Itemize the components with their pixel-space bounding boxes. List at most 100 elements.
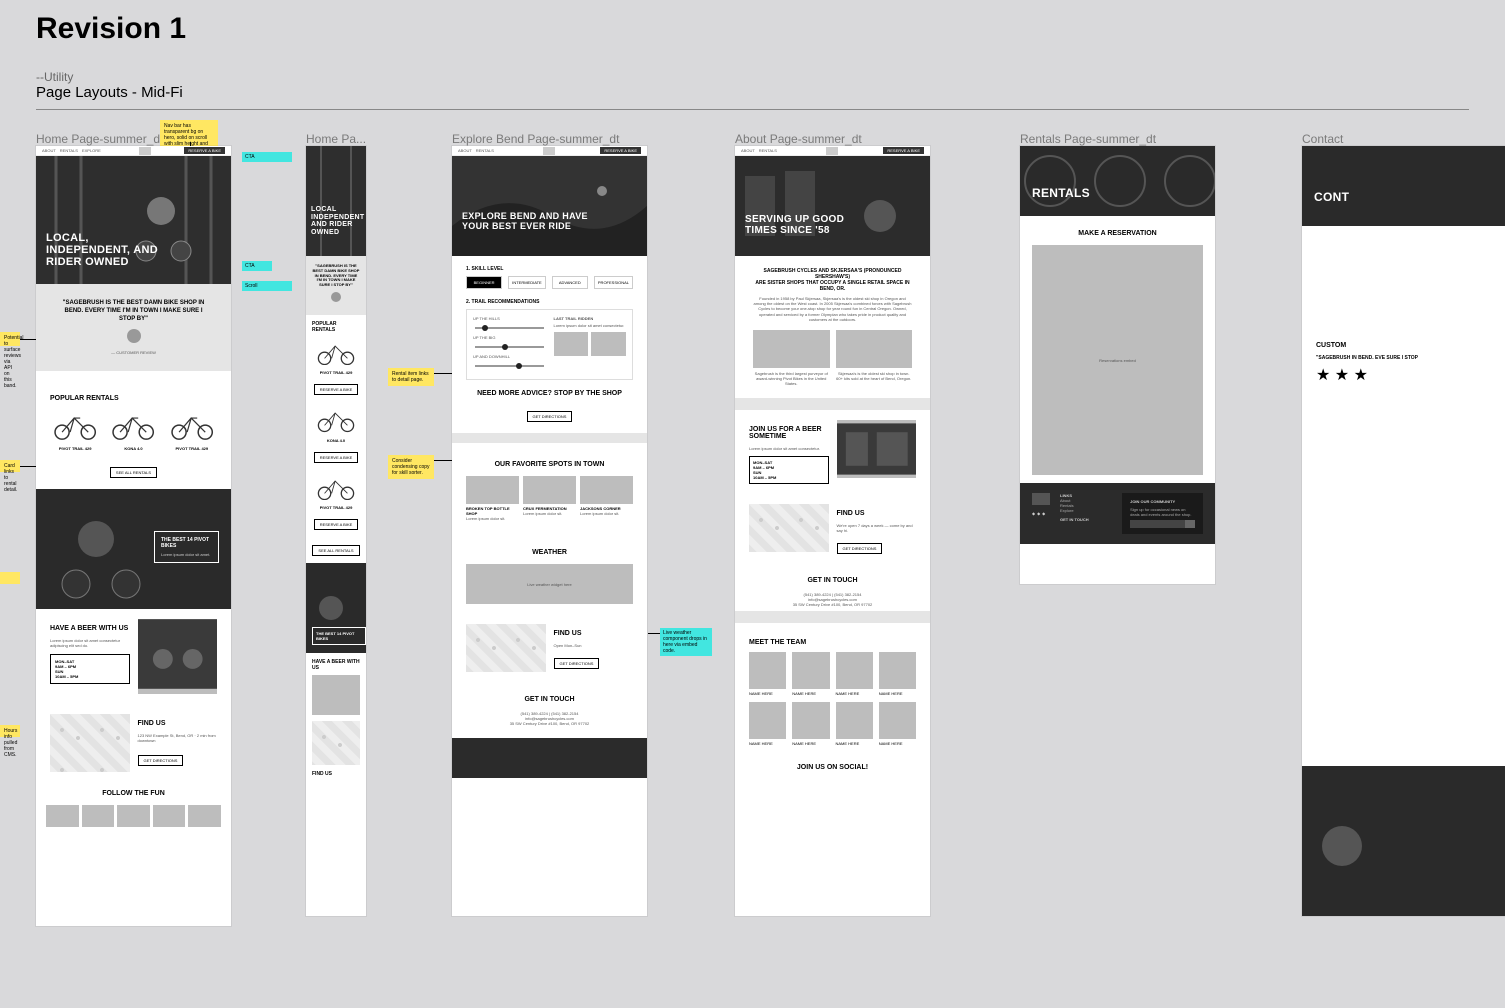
bike-icon — [50, 410, 100, 440]
artboard-contact[interactable]: CONT CUSTOM "SAGEBRUSH IN BEND. EVE SURE… — [1302, 146, 1505, 916]
skill-option[interactable]: INTERMEDIATE — [508, 276, 545, 289]
slider[interactable] — [475, 346, 544, 348]
directions-button[interactable]: GET DIRECTIONS — [554, 658, 600, 669]
reserve-button[interactable]: RESERVE A BIKE — [314, 519, 359, 530]
spot-card[interactable]: CRUX FERMENTATIONLorem ipsum dolor sit. — [523, 476, 576, 521]
team-member[interactable]: NAME HERE — [836, 652, 873, 696]
spot-card[interactable]: BROKEN TOP BOTTLE SHOPLorem ipsum dolor … — [466, 476, 519, 521]
see-all-button[interactable]: SEE ALL RENTALS — [312, 545, 359, 556]
see-all-button[interactable]: SEE ALL RENTALS — [110, 467, 157, 478]
team-member[interactable]: NAME HERE — [879, 652, 916, 696]
quote-mb: "SAGEBRUSH IS THE BEST DAMN BIKE SHOP IN… — [312, 264, 360, 288]
hero-headline-rentals: RENTALS — [1032, 186, 1090, 200]
artboard-about[interactable]: ABOUTRENTALS RESERVE A BIKE SERVING UP G… — [735, 146, 930, 916]
advice-button[interactable]: GET DIRECTIONS — [527, 411, 573, 422]
feature-card-title[interactable]: THE BEST 14 PIVOT BIKES — [161, 537, 212, 549]
rental-card[interactable]: PIVOT TRAIL 429 RESERVE A BIKE — [312, 474, 360, 531]
note-hero-cta[interactable]: CTA — [242, 152, 292, 162]
contact-quote: "SAGEBRUSH IN BEND. EVE SURE I STOP — [1316, 355, 1491, 361]
feature-card-mb[interactable]: THE BEST 14 PIVOT BIKES — [312, 627, 366, 645]
artboard-home-dt[interactable]: ABOUTRENTALSEXPLORE RESERVE A BIKE LOCAL… — [36, 146, 231, 926]
slider[interactable] — [475, 327, 544, 329]
note-rental-card[interactable]: Card links to rental detail. — [0, 460, 20, 472]
team-member[interactable]: NAME HERE — [749, 702, 786, 746]
rental-card[interactable]: PIVOT TRAIL 429 — [50, 410, 100, 450]
about-photo — [836, 330, 913, 368]
popular-mb: POPULAR RENTALS — [312, 321, 360, 333]
note-reviews[interactable]: Potential to surface reviews via API on … — [0, 332, 20, 346]
bike-icon — [314, 474, 358, 500]
getintouch-title: GET IN TOUCH — [452, 696, 647, 703]
logo[interactable] — [543, 147, 555, 155]
email-input[interactable] — [1130, 520, 1185, 528]
nav-cta[interactable]: RESERVE A BIKE — [600, 147, 641, 154]
bike-icon — [314, 406, 358, 432]
team-member[interactable]: NAME HERE — [792, 652, 829, 696]
directions-button[interactable]: GET DIRECTIONS — [837, 543, 883, 554]
hours-box: MON–SAT 9AM – 6PM SUN 10AM – 5PM — [50, 654, 130, 684]
frame-label-contact: Contact — [1302, 132, 1343, 146]
map-mb[interactable] — [312, 721, 360, 765]
social-icon[interactable]: ◆ — [1037, 511, 1040, 516]
social-thumb[interactable] — [46, 805, 79, 827]
nav-cta[interactable]: RESERVE A BIKE — [883, 147, 924, 154]
note-hours[interactable]: Hours info pulled from CMS. — [0, 725, 20, 737]
rental-card[interactable]: KONA 4.0 RESERVE A BIKE — [312, 406, 360, 463]
map[interactable] — [749, 504, 829, 552]
note-scroll-1[interactable]: CTA — [242, 261, 272, 271]
skill-option[interactable]: PROFESSIONAL — [594, 276, 633, 289]
footer-join: JOIN OUR COMMUNITY Sign up for occasiona… — [1122, 493, 1203, 534]
social-icon[interactable]: ◆ — [1042, 511, 1045, 516]
note-feature[interactable] — [0, 572, 20, 584]
rental-card[interactable]: PIVOT TRAIL 429 — [167, 410, 217, 450]
findus-title: FIND US — [554, 630, 634, 637]
skill-option[interactable]: BEGINNER — [466, 276, 502, 289]
note-weather[interactable]: Live weather component drops in here via… — [660, 628, 712, 656]
social-icon[interactable]: ◆ — [1032, 511, 1035, 516]
reservation-embed[interactable]: Reservations embed — [1032, 245, 1203, 475]
team-member[interactable]: NAME HERE — [879, 702, 916, 746]
social-thumb[interactable] — [117, 805, 150, 827]
note-skill[interactable]: Consider condensing copy for skill sorte… — [388, 455, 434, 479]
reserve-button[interactable]: RESERVE A BIKE — [314, 384, 359, 395]
step2-label: 2. TRAIL RECOMMENDATIONS — [466, 299, 633, 305]
team-member[interactable]: NAME HERE — [836, 702, 873, 746]
nav-bar: ABOUTRENTALSEXPLORE RESERVE A BIKE — [36, 146, 231, 156]
findus-mb: FIND US — [306, 765, 366, 783]
nav-links[interactable]: ABOUTRENTALS — [458, 148, 498, 153]
artboard-home-mb[interactable]: LOCAL INDEPENDENT AND RIDER OWNED "SAGEB… — [306, 146, 366, 916]
beer-title: JOIN US FOR A BEER SOMETIME — [749, 426, 829, 440]
directions-button[interactable]: GET DIRECTIONS — [138, 755, 184, 766]
hero-rentals: RENTALS — [1020, 146, 1215, 216]
hero-about: SERVING UP GOOD TIMES SINCE '58 — [735, 156, 930, 256]
logo[interactable] — [826, 147, 838, 155]
team-member[interactable]: NAME HERE — [792, 702, 829, 746]
reserve-button[interactable]: RESERVE A BIKE — [314, 452, 359, 463]
note-mb-rental[interactable]: Rental item links to detail page. — [388, 368, 434, 386]
map[interactable] — [50, 714, 130, 772]
trail-thumb — [554, 332, 589, 356]
nav-links[interactable]: ABOUTRENTALSEXPLORE — [42, 148, 105, 153]
spot-card[interactable]: JACKSONS CORNERLorem ipsum dolor sit. — [580, 476, 633, 521]
footer: ◆◆◆ LINKSAboutRentalsExploreGET IN TOUCH… — [1020, 483, 1215, 544]
map[interactable] — [466, 624, 546, 672]
rental-card[interactable]: PIVOT TRAIL 429 RESERVE A BIKE — [312, 339, 360, 396]
social-thumb[interactable] — [153, 805, 186, 827]
skill-option[interactable]: ADVANCED — [552, 276, 588, 289]
social-thumb[interactable] — [82, 805, 115, 827]
hero-headline-mb: LOCAL INDEPENDENT AND RIDER OWNED — [311, 206, 366, 237]
logo[interactable] — [139, 147, 151, 155]
social-thumb[interactable] — [188, 805, 221, 827]
advice-title: NEED MORE ADVICE? STOP BY THE SHOP — [466, 390, 633, 397]
artboard-rentals[interactable]: RENTALS MAKE A RESERVATION Reservations … — [1020, 146, 1215, 584]
slider[interactable] — [475, 365, 544, 367]
rental-card[interactable]: KONA 4.0 — [108, 410, 158, 450]
submit-button[interactable] — [1185, 520, 1195, 528]
team-member[interactable]: NAME HERE — [749, 652, 786, 696]
artboard-explore[interactable]: ABOUTRENTALS RESERVE A BIKE EXPLORE BEND… — [452, 146, 647, 916]
subtitle-category: --Utility — [36, 70, 1469, 84]
step1-label: 1. SKILL LEVEL — [466, 266, 633, 272]
nav-cta[interactable]: RESERVE A BIKE — [184, 147, 225, 154]
frame-label-home-mb: Home Pa... — [306, 132, 366, 146]
note-scroll-2[interactable]: Scroll — [242, 281, 292, 291]
